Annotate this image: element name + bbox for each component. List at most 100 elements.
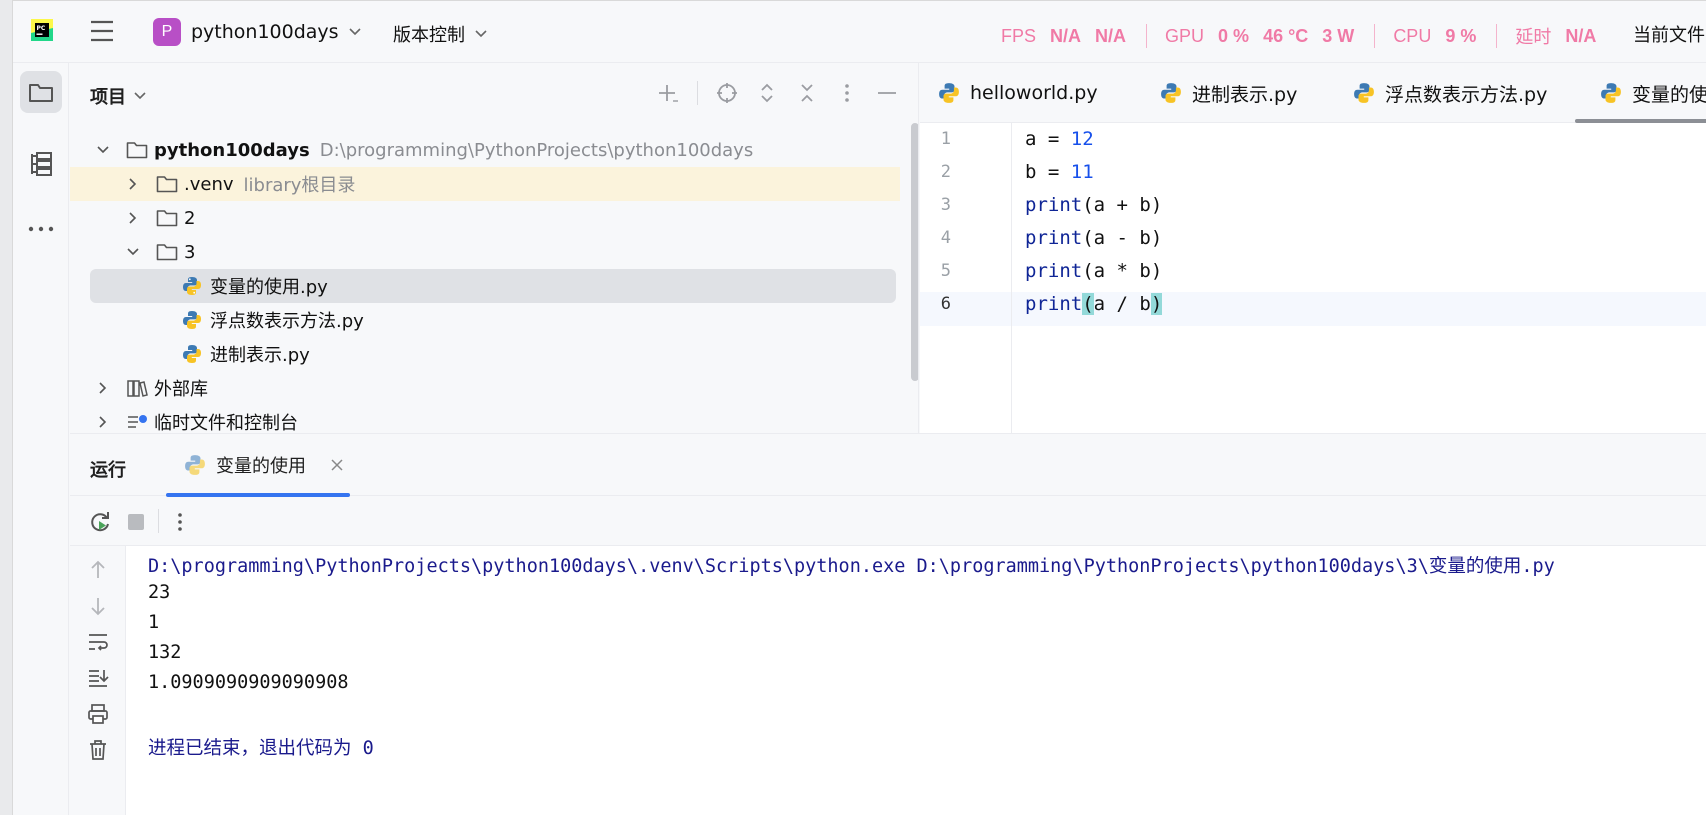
line-number: 5 [940, 261, 951, 281]
console-output[interactable]: D:\programming\PythonProjects\python100d… [126, 546, 1706, 815]
project-badge: P [153, 18, 181, 46]
tab-variables-active[interactable]: 变量的使用.py [1600, 63, 1706, 123]
line-number: 4 [940, 228, 951, 248]
editor-tabs: helloworld.py 进制表示.py 浮点数表示方法.py 变量的使用.p… [920, 63, 1706, 123]
folder-icon [126, 141, 148, 159]
rerun-icon[interactable] [88, 510, 112, 534]
chevron-down-icon [134, 92, 146, 100]
run-config-selector[interactable]: 当前文件 [1633, 21, 1705, 47]
run-tab-bar: 运行 变量的使用 [70, 434, 1706, 497]
locate-icon[interactable] [716, 82, 738, 104]
line-number: 2 [940, 162, 951, 182]
performance-overlay: FPS N/A N/A GPU 0 % 46 °C 3 W CPU 9 % 延时… [1001, 23, 1610, 49]
arrow-up-icon[interactable] [86, 558, 110, 582]
project-panel-toolbar [657, 81, 898, 105]
add-icon[interactable] [657, 82, 679, 104]
vcs-label: 版本控制 [393, 25, 465, 46]
tree-item-path: D:\programming\PythonProjects\python100d… [319, 139, 754, 161]
chevron-right-icon [96, 415, 110, 429]
more-vertical-icon[interactable] [168, 510, 192, 534]
title-bar: PC P python100days 版本控制 FPS N/A N/A GPU [13, 1, 1706, 63]
editor-area: helloworld.py 进制表示.py 浮点数表示方法.py 变量的使用.p… [920, 63, 1706, 433]
tree-item-file[interactable]: 进制表示.py [70, 337, 900, 371]
code-line-1[interactable]: a = 12 [1025, 128, 1094, 150]
main-menu-icon[interactable] [89, 19, 115, 43]
toolbar-divider [697, 81, 698, 105]
chevron-down-icon [475, 30, 487, 38]
code-builtin: print [1025, 227, 1083, 249]
code-line-6[interactable]: print(a / b) [1025, 293, 1163, 315]
tab-float[interactable]: 浮点数表示方法.py [1353, 63, 1547, 123]
chevron-right-icon [126, 177, 140, 191]
tree-item-venv[interactable]: .venv library根目录 [70, 167, 900, 201]
code-line-5[interactable]: print(a * b) [1025, 260, 1162, 282]
library-icon [126, 379, 148, 397]
console-exit-message: 进程已结束，退出代码为 0 [148, 738, 374, 759]
code-builtin: print [1025, 293, 1083, 315]
python-file-icon [1160, 82, 1182, 104]
more-tools-button[interactable] [20, 208, 62, 250]
tree-item-external-libraries[interactable]: 外部库 [70, 371, 900, 405]
tab-helloworld[interactable]: helloworld.py [938, 63, 1098, 123]
tree-item-scratches[interactable]: 临时文件和控制台 [70, 405, 900, 433]
chevron-down-icon [126, 245, 140, 259]
project-tree-scrollbar[interactable] [911, 123, 918, 381]
tree-item-file-selected[interactable]: 变量的使用.py [90, 269, 896, 303]
collapse-all-icon[interactable] [796, 82, 818, 104]
code-token: = [1036, 161, 1071, 183]
tree-item-label: 进制表示.py [210, 345, 310, 366]
soft-wrap-icon[interactable] [86, 630, 110, 654]
tree-item-hint: library根目录 [243, 175, 356, 196]
stop-icon[interactable] [124, 510, 148, 534]
chevron-down-icon [349, 28, 361, 36]
tab-label: 变量的使用.py [1632, 83, 1706, 106]
vcs-menu[interactable]: 版本控制 [393, 21, 487, 47]
python-file-icon [938, 82, 960, 104]
code-token: = [1036, 128, 1071, 150]
tree-item-file[interactable]: 浮点数表示方法.py [70, 303, 900, 337]
code-line-2[interactable]: b = 11 [1025, 161, 1094, 183]
python-file-icon [182, 276, 202, 296]
code-line-4[interactable]: print(a - b) [1025, 227, 1162, 249]
close-icon[interactable] [330, 458, 344, 472]
python-file-icon [1353, 82, 1375, 104]
code-token: (a * b) [1082, 260, 1163, 282]
tab-jinzhi[interactable]: 进制表示.py [1160, 63, 1297, 123]
console-output-line: 23 [148, 582, 171, 603]
more-horizontal-icon [28, 226, 54, 232]
desktop-edge [0, 0, 12, 815]
chevron-right-icon [126, 211, 140, 225]
run-tab-variables[interactable]: 变量的使用 [166, 434, 350, 496]
perf-divider [1374, 24, 1376, 48]
hide-panel-icon[interactable] [876, 82, 898, 104]
tree-item-label: 2 [184, 207, 196, 229]
code-token: a [1025, 128, 1037, 150]
project-panel-title[interactable]: 项目 [90, 83, 146, 109]
tab-label: 浮点数表示方法.py [1385, 83, 1548, 106]
project-panel: 项目 python100days D:\programming\PythonPr… [70, 63, 919, 433]
scroll-to-end-icon[interactable] [86, 666, 110, 690]
code-line-3[interactable]: print(a + b) [1025, 194, 1162, 216]
project-selector[interactable]: P python100days [153, 17, 361, 47]
trash-icon[interactable] [86, 738, 110, 762]
chevron-down-icon [96, 143, 110, 157]
code-number: 11 [1070, 161, 1094, 183]
tree-item-project-root[interactable]: python100days D:\programming\PythonProje… [70, 133, 900, 167]
project-tool-button[interactable] [20, 71, 62, 113]
gpu-power: 3 W [1322, 25, 1355, 46]
arrow-down-icon[interactable] [86, 594, 110, 618]
console-output-line: 132 [148, 642, 182, 663]
tree-item-folder-2[interactable]: 2 [70, 201, 900, 235]
print-icon[interactable] [86, 702, 110, 726]
tree-item-label: 外部库 [154, 379, 208, 400]
python-file-icon [182, 310, 202, 330]
tree-item-folder-3[interactable]: 3 [70, 235, 900, 269]
perf-divider [1496, 24, 1498, 48]
expand-all-icon[interactable] [756, 82, 778, 104]
tab-label: 进制表示.py [1192, 83, 1298, 106]
more-vertical-icon[interactable] [836, 82, 858, 104]
project-name: python100days [191, 21, 339, 43]
structure-tool-button[interactable] [20, 143, 62, 185]
tab-label: helloworld.py [970, 82, 1098, 104]
matched-bracket: ( [1082, 293, 1094, 315]
